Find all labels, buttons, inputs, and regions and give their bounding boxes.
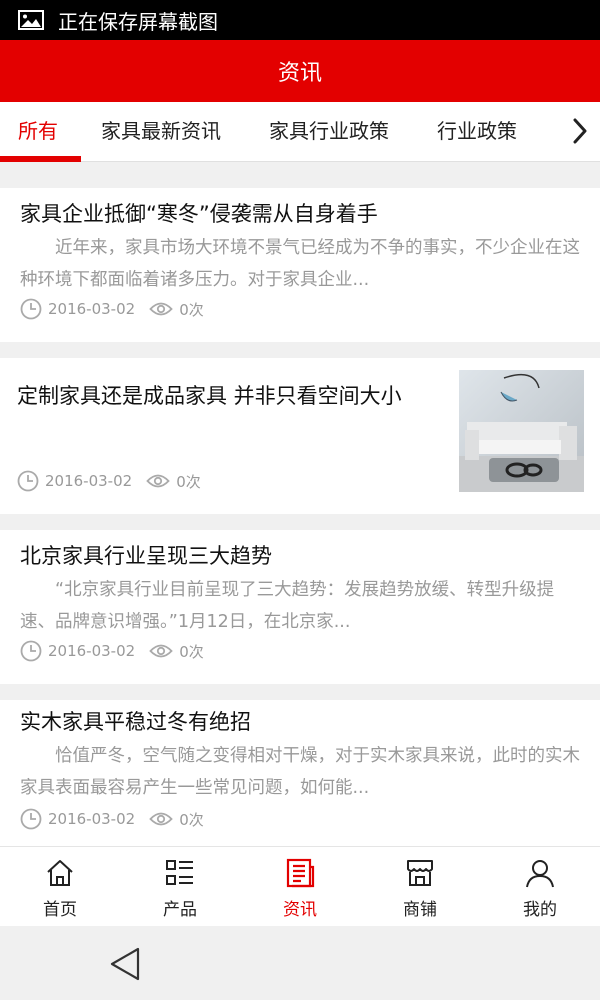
bottom-nav: 首页 产品 资讯 商铺 我的 [0, 846, 600, 926]
article-date: 2016-03-02 [48, 300, 136, 318]
article-date: 2016-03-02 [48, 810, 136, 828]
article-thumbnail-sofa[interactable] [459, 370, 584, 492]
tab-latest-news[interactable]: 家具最新资讯 [101, 102, 221, 161]
article-views: 0次 [176, 472, 201, 491]
active-tab-indicator [0, 156, 81, 162]
status-bar-text: 正在保存屏幕截图 [58, 9, 218, 34]
article-summary: 恰值严冬，空气随之变得相对干燥，对于实木家具来说，此时的实木家具表面最容易产生一… [20, 746, 580, 798]
nav-news-label: 资讯 [283, 900, 317, 920]
system-nav-bar [0, 926, 600, 1000]
article-meta: 2016-03-02 0次 [20, 298, 204, 320]
article-title[interactable]: 实木家具平稳过冬有绝招 [20, 706, 251, 736]
status-bar: 正在保存屏幕截图 [0, 0, 600, 40]
article-views: 0次 [179, 300, 204, 319]
clock-icon [20, 640, 42, 662]
article-summary: “北京家具行业目前呈现了三大趋势：发展趋势放缓、转型升级提速、品牌意识增强。”1… [20, 580, 555, 632]
article-title[interactable]: 定制家具还是成品家具 并非只看空间大小 [17, 380, 402, 410]
nav-home-label: 首页 [43, 900, 77, 920]
shop-icon [407, 860, 433, 886]
clock-icon [20, 298, 42, 320]
article-card[interactable]: 北京家具行业呈现三大趋势 “北京家具行业目前呈现了三大趋势：发展趋势放缓、转型升… [0, 530, 600, 684]
nav-products[interactable]: 产品 [120, 847, 240, 926]
article-views: 0次 [179, 642, 204, 661]
eye-icon [146, 474, 170, 488]
article-meta: 2016-03-02 0次 [20, 640, 204, 662]
article-summary: 近年来，家具市场大环境不景气已经成为不争的事实，不少企业在这种环境下都面临着诸多… [20, 238, 580, 290]
page-title: 资讯 [277, 61, 322, 86]
page-header: 资讯 [0, 40, 600, 102]
clock-icon [20, 808, 42, 830]
nav-news[interactable]: 资讯 [240, 847, 360, 926]
article-meta: 2016-03-02 0次 [20, 808, 204, 830]
tab-industry-policy-furniture[interactable]: 家具行业政策 [269, 102, 389, 161]
article-card[interactable]: 定制家具还是成品家具 并非只看空间大小 2016-03-02 0次 [0, 358, 600, 514]
nav-profile-label: 我的 [523, 900, 557, 920]
tabs-next-button[interactable] [560, 102, 600, 160]
news-icon [286, 858, 315, 888]
tab-industry-policy[interactable]: 行业政策 [437, 102, 517, 161]
nav-profile[interactable]: 我的 [480, 847, 600, 926]
tab-all[interactable]: 所有 [18, 102, 58, 161]
clock-icon [17, 470, 39, 492]
article-card[interactable]: 实木家具平稳过冬有绝招 恰值严冬，空气随之变得相对干燥，对于实木家具来说，此时的… [0, 700, 600, 846]
article-title[interactable]: 家具企业抵御“寒冬”侵袭需从自身着手 [20, 198, 378, 228]
back-triangle-icon[interactable] [108, 946, 142, 982]
image-icon [18, 10, 44, 30]
eye-icon [149, 812, 173, 826]
eye-icon [149, 644, 173, 658]
category-tabs: 所有 家具最新资讯 家具行业政策 行业政策 1 [0, 102, 600, 162]
nav-shop-label: 商铺 [403, 900, 437, 920]
article-title[interactable]: 北京家具行业呈现三大趋势 [20, 540, 272, 570]
nav-shop[interactable]: 商铺 [360, 847, 480, 926]
eye-icon [149, 302, 173, 316]
list-icon [166, 860, 193, 885]
home-icon [47, 860, 73, 886]
user-icon [526, 860, 554, 888]
article-meta: 2016-03-02 0次 [17, 470, 201, 492]
article-date: 2016-03-02 [45, 472, 133, 490]
article-card[interactable]: 家具企业抵御“寒冬”侵袭需从自身着手 近年来，家具市场大环境不景气已经成为不争的… [0, 188, 600, 342]
nav-home[interactable]: 首页 [0, 847, 120, 926]
chevron-right-icon [573, 118, 587, 144]
article-views: 0次 [179, 810, 204, 829]
article-date: 2016-03-02 [48, 642, 136, 660]
nav-products-label: 产品 [163, 900, 197, 920]
